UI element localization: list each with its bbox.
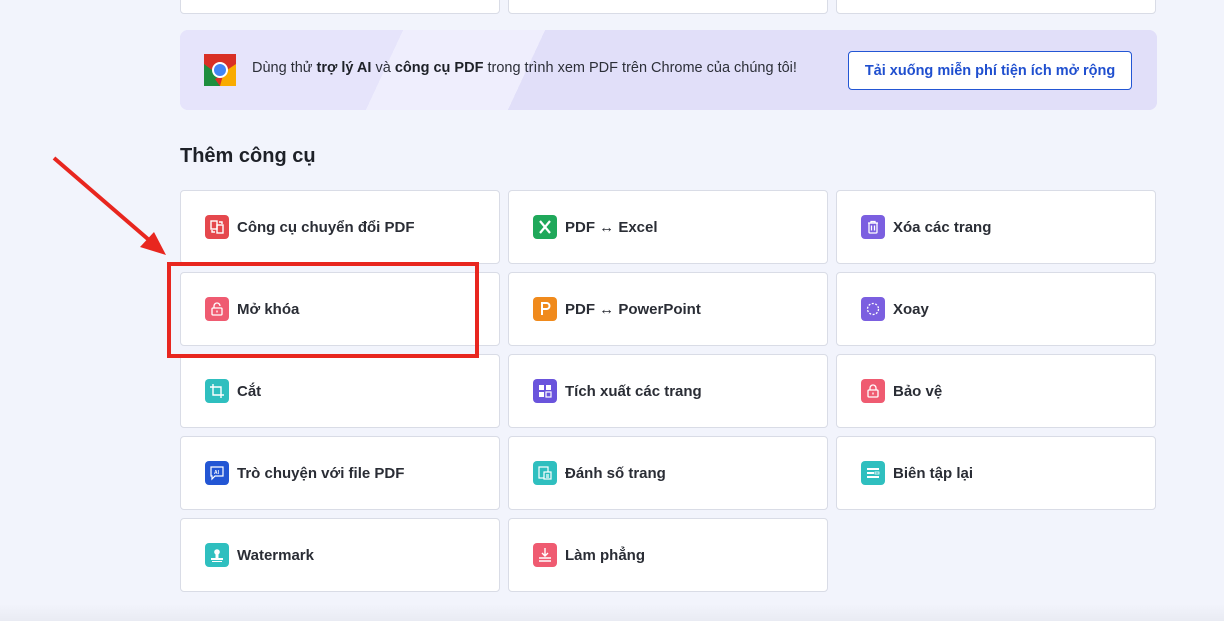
tool-label: PDF ↔ PowerPoint [565, 300, 701, 318]
tool-label: Tích xuất các trang [565, 382, 702, 400]
tool-watermark[interactable]: Watermark [180, 518, 500, 592]
trash-icon [861, 215, 885, 239]
tool-delete-pages[interactable]: Xóa các trang [836, 190, 1156, 264]
banner-text-suffix: trong trình xem PDF trên Chrome của chún… [483, 60, 797, 76]
excel-icon [533, 215, 557, 239]
tool-label: Công cụ chuyển đổi PDF [237, 218, 415, 236]
crop-icon [205, 379, 229, 403]
page-number-icon [533, 461, 557, 485]
tool-protect[interactable]: Bảo vệ [836, 354, 1156, 428]
tools-page: Dùng thử trợ lý AI và công cụ PDF trong … [0, 0, 1224, 621]
banner-text-pdf-tools: công cụ PDF [394, 60, 484, 76]
chrome-extension-banner: Dùng thử trợ lý AI và công cụ PDF trong … [180, 30, 1157, 110]
tool-redact[interactable]: Biên tập lại [836, 436, 1156, 510]
chrome-logo-icon [204, 54, 236, 86]
tool-label: Mở khóa [237, 300, 300, 318]
tool-label: Đánh số trang [565, 464, 666, 482]
unlock-icon [205, 297, 229, 321]
tool-card-partial[interactable] [508, 0, 828, 14]
tool-label: Bảo vệ [893, 382, 943, 400]
section-title: Thêm công cụ [180, 145, 316, 167]
banner-text-ai: trợ lý AI [316, 60, 372, 76]
ai-chat-icon: AI [205, 461, 229, 485]
tool-rotate[interactable]: Xoay [836, 272, 1156, 346]
tool-card-partial[interactable] [836, 0, 1156, 14]
tool-label: Cắt [237, 382, 262, 400]
convert-icon [205, 215, 229, 239]
tool-label: PDF ↔ Excel [565, 218, 658, 236]
tool-card-partial[interactable] [180, 0, 500, 14]
tool-flatten[interactable]: Làm phẳng [508, 518, 828, 592]
red-arrow-icon [52, 156, 166, 255]
tool-pdf-excel[interactable]: PDF ↔ Excel [508, 190, 828, 264]
footer-edge [0, 604, 1224, 621]
extract-pages-icon [533, 379, 557, 403]
powerpoint-icon [533, 297, 557, 321]
tool-label: Xoay [893, 300, 929, 318]
banner-message: Dùng thử trợ lý AI và công cụ PDF trong … [252, 60, 797, 76]
tool-pdf-converter[interactable]: Công cụ chuyển đổi PDF [180, 190, 500, 264]
redact-icon [861, 461, 885, 485]
rotate-icon [861, 297, 885, 321]
flatten-icon [533, 543, 557, 567]
tool-page-numbers[interactable]: Đánh số trang [508, 436, 828, 510]
watermark-icon [205, 543, 229, 567]
tool-extract-pages[interactable]: Tích xuất các trang [508, 354, 828, 428]
banner-text-and: và [371, 60, 395, 76]
lock-icon [861, 379, 885, 403]
tool-label: Watermark [237, 546, 314, 564]
tool-label: Trò chuyện với file PDF [237, 464, 405, 482]
tool-pdf-powerpoint[interactable]: PDF ↔ PowerPoint [508, 272, 828, 346]
svg-text:AI: AI [214, 470, 220, 476]
download-extension-button[interactable]: Tải xuống miễn phí tiện ích mở rộng [848, 51, 1132, 90]
tool-unlock[interactable]: Mở khóa [180, 272, 500, 346]
tool-label: Xóa các trang [893, 218, 992, 236]
tool-label: Làm phẳng [565, 546, 646, 564]
banner-text-prefix: Dùng thử [252, 60, 317, 76]
tool-label: Biên tập lại [893, 464, 974, 482]
tool-crop[interactable]: Cắt [180, 354, 500, 428]
tool-chat-pdf[interactable]: AI Trò chuyện với file PDF [180, 436, 500, 510]
